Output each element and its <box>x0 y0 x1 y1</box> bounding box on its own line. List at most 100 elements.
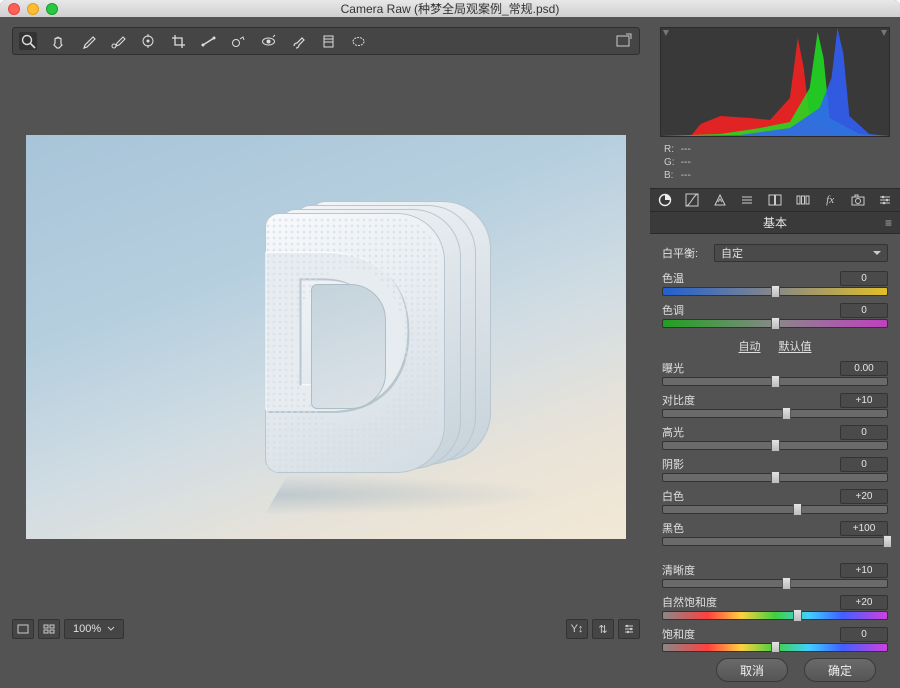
slider-track[interactable] <box>662 537 888 546</box>
slider-expo: 曝光 0.00 <box>662 360 888 386</box>
targeted-adjustment-tool[interactable] <box>139 32 157 50</box>
slider-track[interactable] <box>662 441 888 450</box>
slider-track[interactable] <box>662 319 888 328</box>
slider-handle[interactable] <box>771 439 780 452</box>
toggle-fullscreen-icon[interactable] <box>615 32 633 50</box>
slider-value-input[interactable]: +10 <box>840 563 888 578</box>
hand-tool[interactable] <box>49 32 67 50</box>
tab-split-icon[interactable] <box>766 191 784 209</box>
panel-title-bar: 基本 ≡ <box>650 212 900 234</box>
slider-track[interactable] <box>662 409 888 418</box>
wb-label: 白平衡: <box>662 245 714 261</box>
slider-value-input[interactable]: +10 <box>840 393 888 408</box>
slider-high: 高光0 <box>662 424 888 450</box>
slider-track[interactable] <box>662 287 888 296</box>
grid-view-toggle[interactable] <box>38 619 60 639</box>
radial-filter-tool[interactable] <box>349 32 367 50</box>
slider-handle[interactable] <box>793 503 802 516</box>
slider-label: 黑色 <box>662 520 684 536</box>
slider-label: 阴影 <box>662 456 684 472</box>
tab-detail-icon[interactable] <box>711 191 729 209</box>
histogram[interactable] <box>660 27 890 137</box>
slider-value-input[interactable]: +20 <box>840 489 888 504</box>
crop-tool[interactable] <box>169 32 187 50</box>
slider-tint: 色调 0 <box>662 302 888 328</box>
zoom-value: 100% <box>73 623 101 635</box>
tab-presets-icon[interactable] <box>877 191 895 209</box>
slider-track[interactable] <box>662 611 888 620</box>
slider-handle[interactable] <box>782 407 791 420</box>
preview-settings-toggle[interactable] <box>618 619 640 639</box>
slider-label: 清晰度 <box>662 562 695 578</box>
zoom-tool[interactable] <box>19 32 37 50</box>
slider-temp: 色温 0 <box>662 270 888 296</box>
slider-label: 曝光 <box>662 360 684 376</box>
slider-handle[interactable] <box>771 375 780 388</box>
defaults-link[interactable]: 默认值 <box>779 338 812 354</box>
slider-handle[interactable] <box>771 471 780 484</box>
panel-menu-icon[interactable]: ≡ <box>885 216 892 230</box>
slider-value-input[interactable]: 0.00 <box>840 361 888 376</box>
spot-removal-tool[interactable] <box>229 32 247 50</box>
slider-label: 色温 <box>662 270 684 286</box>
preview-footer: 100% Y↕ ⇅ <box>12 616 640 642</box>
slider-track[interactable] <box>662 505 888 514</box>
slider-handle[interactable] <box>793 609 802 622</box>
swap-before-after-toggle[interactable]: ⇅ <box>592 619 614 639</box>
image-preview: D <box>26 135 626 539</box>
white-balance-select[interactable]: 自定 <box>714 244 888 262</box>
before-after-y-toggle[interactable]: Y↕ <box>566 619 588 639</box>
slider-clarity: 清晰度 +10 <box>662 562 888 588</box>
slider-handle[interactable] <box>771 641 780 652</box>
slider-track[interactable] <box>662 643 888 652</box>
basic-panel: 白平衡: 自定 色温 0 色调 0 自动 默认值 曝光 0.00 对比度 +10 高光0 阴影 0… <box>650 234 900 652</box>
slider-label: 对比度 <box>662 392 695 408</box>
slider-track[interactable] <box>662 473 888 482</box>
slider-value-input[interactable]: +100 <box>840 521 888 536</box>
auto-default-row: 自动 默认值 <box>662 338 888 354</box>
white-balance-eyedropper[interactable] <box>79 32 97 50</box>
zoom-select[interactable]: 100% <box>64 619 124 639</box>
tab-camera-icon[interactable] <box>849 191 867 209</box>
slider-handle[interactable] <box>771 285 780 298</box>
tab-curve-icon[interactable] <box>684 191 702 209</box>
slider-label: 白色 <box>662 488 684 504</box>
slider-shadow: 阴影 0 <box>662 456 888 482</box>
slider-track[interactable] <box>662 579 888 588</box>
slider-handle[interactable] <box>883 535 892 548</box>
ok-button[interactable]: 确定 <box>804 658 876 682</box>
auto-link[interactable]: 自动 <box>739 338 761 354</box>
straighten-tool[interactable] <box>199 32 217 50</box>
slider-contrast: 对比度 +10 <box>662 392 888 418</box>
slider-label: 色调 <box>662 302 684 318</box>
panel-title-text: 基本 <box>763 214 787 231</box>
tab-hsl-icon[interactable] <box>739 191 757 209</box>
red-eye-tool[interactable] <box>259 32 277 50</box>
slider-value-input[interactable]: 0 <box>840 303 888 318</box>
slider-value-input[interactable]: 0 <box>840 271 888 286</box>
camera-raw-window: Camera Raw (种梦全局观案例_常规.psd) <box>0 0 900 688</box>
tools-left <box>19 32 367 50</box>
slider-label: 自然饱和度 <box>662 594 717 610</box>
rgb-readout: R: --- G: --- B: --- <box>650 143 900 182</box>
slider-value-input[interactable]: +20 <box>840 595 888 610</box>
slider-track[interactable] <box>662 377 888 386</box>
tab-basic-icon[interactable] <box>656 191 674 209</box>
color-sampler-tool[interactable] <box>109 32 127 50</box>
slider-value-input[interactable]: 0 <box>840 627 888 642</box>
panel-tabs: fx <box>650 188 900 212</box>
slider-handle[interactable] <box>771 317 780 330</box>
tab-lens-icon[interactable] <box>794 191 812 209</box>
slider-handle[interactable] <box>782 577 791 590</box>
tab-fx-icon[interactable]: fx <box>821 191 839 209</box>
slider-value-input[interactable]: 0 <box>840 457 888 472</box>
cancel-button[interactable]: 取消 <box>716 658 788 682</box>
title-bar: Camera Raw (种梦全局观案例_常规.psd) <box>0 0 900 17</box>
graduated-filter-tool[interactable] <box>319 32 337 50</box>
main-pane: D 100% Y↕ ⇅ <box>0 17 650 652</box>
side-panel: R: --- G: --- B: --- fx 基本 ≡ <box>650 17 900 652</box>
single-view-toggle[interactable] <box>12 619 34 639</box>
preview-viewport[interactable]: D <box>12 73 640 601</box>
adjustment-brush-tool[interactable] <box>289 32 307 50</box>
slider-value-input[interactable]: 0 <box>840 425 888 440</box>
